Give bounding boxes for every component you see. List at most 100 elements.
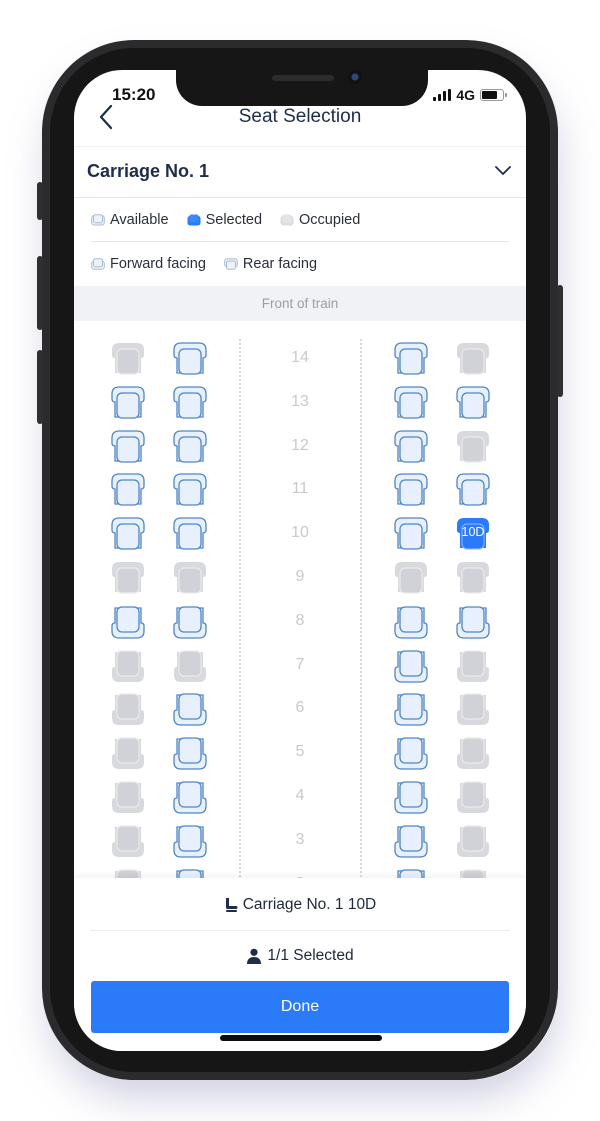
seat-row-8: 8: [74, 604, 526, 648]
seat-6C-available[interactable]: [391, 691, 431, 727]
seat-10B-available[interactable]: [170, 516, 210, 552]
seat-7D-occupied: [453, 648, 493, 684]
seat-3B-available[interactable]: [170, 823, 210, 859]
seat-cushion: [116, 825, 140, 852]
seat-cushion: [116, 523, 140, 550]
row-number: 4: [295, 787, 305, 804]
row-number: 13: [291, 392, 309, 410]
row-number: 8: [295, 611, 305, 629]
seat-11A-available[interactable]: [108, 472, 148, 508]
selected-seat-label: 10D: [461, 525, 485, 540]
status-time: 15:20: [112, 85, 156, 104]
seat-cushion: [178, 781, 202, 808]
seat-14B-available[interactable]: [170, 341, 210, 377]
seat-cushion: [399, 606, 423, 633]
seat-cushion: [461, 392, 485, 419]
seat-10D-selected[interactable]: 10D: [453, 516, 493, 552]
selected-seat-icon: [187, 214, 201, 225]
seat-6D-occupied: [453, 691, 493, 727]
seat-12A-available[interactable]: [108, 429, 148, 465]
seat-4C-available[interactable]: [391, 779, 431, 815]
seat-cushion: [399, 825, 423, 852]
front-camera: [348, 70, 362, 84]
carriage-selector[interactable]: Carriage No. 1: [74, 146, 526, 198]
seat-12C-available[interactable]: [391, 429, 431, 465]
seat-11B-available[interactable]: [170, 472, 210, 508]
seat-13C-available[interactable]: [391, 385, 431, 421]
side-button-silent: [37, 182, 43, 220]
seat-cushion: [116, 435, 140, 463]
seat-7C-available[interactable]: [391, 648, 431, 684]
selected-seat-text: Carriage No. 1 10D: [242, 896, 377, 913]
seat-cushion: [461, 825, 485, 852]
seat-row-9: 9: [74, 560, 526, 604]
seat-cushion: [178, 737, 202, 764]
seat-8B-available[interactable]: [170, 604, 210, 640]
seat-8D-available[interactable]: [453, 604, 493, 640]
seat-5C-available[interactable]: [391, 735, 431, 771]
selected-count-text: 1/1 Selected: [267, 947, 354, 964]
status-indicators: 4G: [433, 87, 507, 103]
carriage-label: Carriage No. 1: [87, 161, 210, 181]
seat-cushion: [461, 567, 485, 594]
seat-10A-available[interactable]: [108, 516, 148, 552]
seat-14D-occupied: [453, 341, 493, 377]
seat-cushion: [116, 479, 140, 507]
seat-row-12: 12: [74, 429, 526, 473]
seat-13B-available[interactable]: [170, 385, 210, 421]
seat-cushion: [399, 392, 423, 419]
seat-8A-available[interactable]: [108, 604, 148, 640]
seat-5A-occupied: [108, 735, 148, 771]
chevron-down-icon: [495, 166, 511, 175]
seat-14A-occupied: [108, 341, 148, 377]
available-seat-icon: [91, 213, 105, 225]
seat-8C-available[interactable]: [391, 604, 431, 640]
seat-cushion: [461, 479, 485, 507]
seat-13A-available[interactable]: [108, 385, 148, 421]
seat-5D-occupied: [453, 735, 493, 771]
battery-icon: [480, 89, 507, 101]
seat-cushion: [399, 435, 423, 463]
seat-5B-available[interactable]: [170, 735, 210, 771]
seat-6B-available[interactable]: [170, 691, 210, 727]
front-of-train-banner: Front of train: [74, 286, 526, 321]
legend-available: Available: [91, 212, 169, 228]
seat-cushion: [399, 348, 423, 375]
side-button-volume-up: [37, 256, 43, 330]
row-number: 14: [291, 349, 309, 366]
orientation-legend: Forward facing Rear facing: [91, 242, 509, 286]
seat-cushion: [178, 392, 202, 419]
legend-occupied-label: Occupied: [299, 211, 361, 228]
row-number: 3: [295, 830, 305, 848]
seat-12B-available[interactable]: [170, 429, 210, 465]
seat-row-6: 6: [74, 691, 526, 735]
seat-cushion: [116, 781, 140, 808]
seat-11C-available[interactable]: [391, 472, 431, 508]
seat-cushion: [178, 693, 202, 721]
row-number: 10: [291, 524, 309, 542]
done-button[interactable]: Done: [91, 981, 509, 1033]
seat-7B-occupied: [170, 648, 210, 684]
seat-cushion: [399, 737, 423, 764]
seat-4B-available[interactable]: [170, 779, 210, 815]
seat-9B-occupied: [170, 560, 210, 596]
seat-cushion: [461, 606, 485, 633]
seat-11D-available[interactable]: [453, 472, 493, 508]
seat-cushion: [399, 523, 423, 550]
seat-cushion: [116, 737, 140, 764]
seat-3C-available[interactable]: [391, 823, 431, 859]
seat-icon: [225, 898, 238, 912]
seat-13D-available[interactable]: [453, 385, 493, 421]
seat-3D-occupied: [453, 823, 493, 859]
seat-cushion: [178, 523, 202, 550]
seat-map: 1413121110D1098765432: [74, 321, 526, 881]
seat-cushion: [399, 479, 423, 507]
status-legend: Available Selected Occupied: [91, 198, 509, 242]
rear-facing-icon: [224, 258, 238, 270]
seat-10C-available[interactable]: [391, 516, 431, 552]
occupied-seat-icon: [280, 214, 294, 225]
seat-cushion: [116, 348, 140, 375]
seat-14C-available[interactable]: [391, 341, 431, 377]
seat-cushion: [178, 479, 202, 507]
seat-cushion: [178, 606, 202, 633]
